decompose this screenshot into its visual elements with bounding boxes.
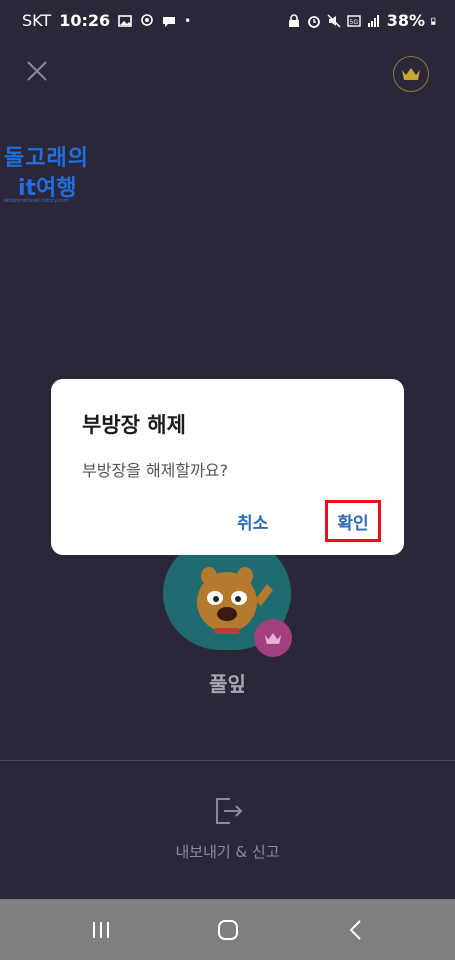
dialog-title: 부방장 해제	[82, 413, 186, 437]
clock: 10:26	[59, 11, 111, 30]
carrier-label: SKT	[22, 11, 52, 30]
close-icon[interactable]	[24, 58, 50, 84]
crown-button[interactable]	[393, 56, 429, 92]
lock-icon	[288, 13, 299, 27]
status-bar: SKT 10:26 • 5G 38%	[0, 0, 455, 42]
chat-icon	[163, 16, 176, 27]
crown-icon	[402, 68, 420, 80]
divider	[0, 760, 455, 761]
status-dot: •	[184, 13, 192, 28]
alarm-icon	[307, 15, 320, 28]
crown-badge	[254, 619, 292, 657]
network-icon: 5G	[347, 14, 361, 27]
export-report-label[interactable]: 내보내기 & 신고	[0, 841, 455, 862]
cancel-button[interactable]: 취소	[237, 509, 268, 534]
battery-percent: 38%	[386, 11, 425, 30]
watermark-url: dolphinstravel.tistory.com	[4, 198, 69, 204]
watermark-logo: 돌고래의 it여행 dolphinstravel.tistory.com	[4, 140, 114, 210]
recent-apps-icon[interactable]	[90, 919, 112, 941]
back-icon[interactable]	[346, 918, 366, 942]
home-icon[interactable]	[216, 918, 240, 942]
confirm-button[interactable]: 확인	[325, 500, 381, 542]
dialog-message: 부방장을 해제할까요?	[82, 461, 229, 480]
battery-icon	[431, 17, 436, 25]
profile-nickname: 풀잎	[209, 672, 246, 696]
gallery-icon	[118, 14, 132, 27]
svg-text:5G: 5G	[349, 19, 358, 26]
watermark-line1: 돌고래의	[4, 146, 89, 171]
location-icon	[141, 13, 153, 26]
crown-badge-icon	[264, 632, 282, 644]
signal-icon	[367, 14, 379, 27]
navigation-bar	[0, 899, 455, 960]
mute-icon	[327, 13, 341, 28]
export-icon[interactable]	[212, 796, 244, 826]
unassign-subhost-dialog: 부방장 해제 부방장을 해제할까요? 취소 확인	[51, 379, 404, 555]
